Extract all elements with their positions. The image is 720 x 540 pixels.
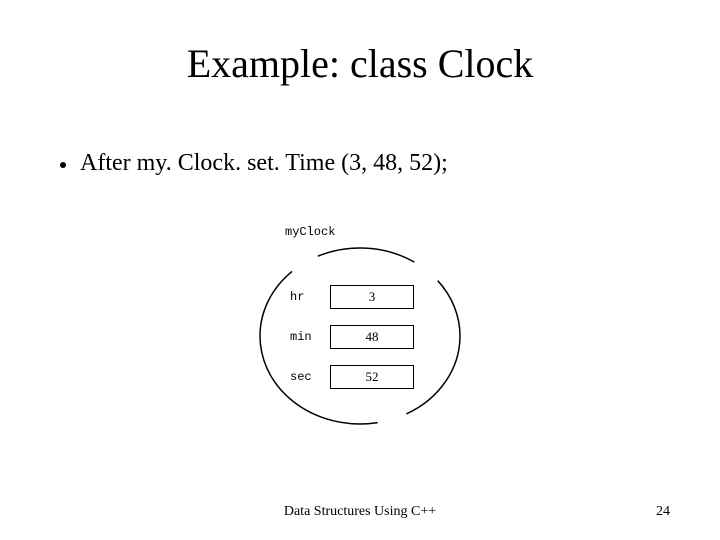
bullet-item: After my. Clock. set. Time (3, 48, 52); — [60, 150, 448, 177]
slide: Example: class Clock After my. Clock. se… — [0, 0, 720, 540]
bullet-text: After my. Clock. set. Time (3, 48, 52); — [80, 150, 448, 177]
object-name-label: myClock — [285, 225, 335, 239]
field-value-sec: 52 — [330, 365, 414, 389]
field-label-sec: sec — [290, 370, 330, 384]
page-number: 24 — [656, 504, 670, 520]
object-diagram: myClock hr 3 min 48 sec 52 — [230, 225, 490, 435]
field-label-hr: hr — [290, 290, 330, 304]
field-row-sec: sec 52 — [290, 365, 414, 389]
field-value-hr: 3 — [330, 285, 414, 309]
footer-text: Data Structures Using C++ — [0, 504, 720, 520]
bullet-dot-icon — [60, 162, 66, 168]
field-row-hr: hr 3 — [290, 285, 414, 309]
field-value-min: 48 — [330, 325, 414, 349]
field-label-min: min — [290, 330, 330, 344]
field-row-min: min 48 — [290, 325, 414, 349]
slide-title: Example: class Clock — [0, 40, 720, 87]
